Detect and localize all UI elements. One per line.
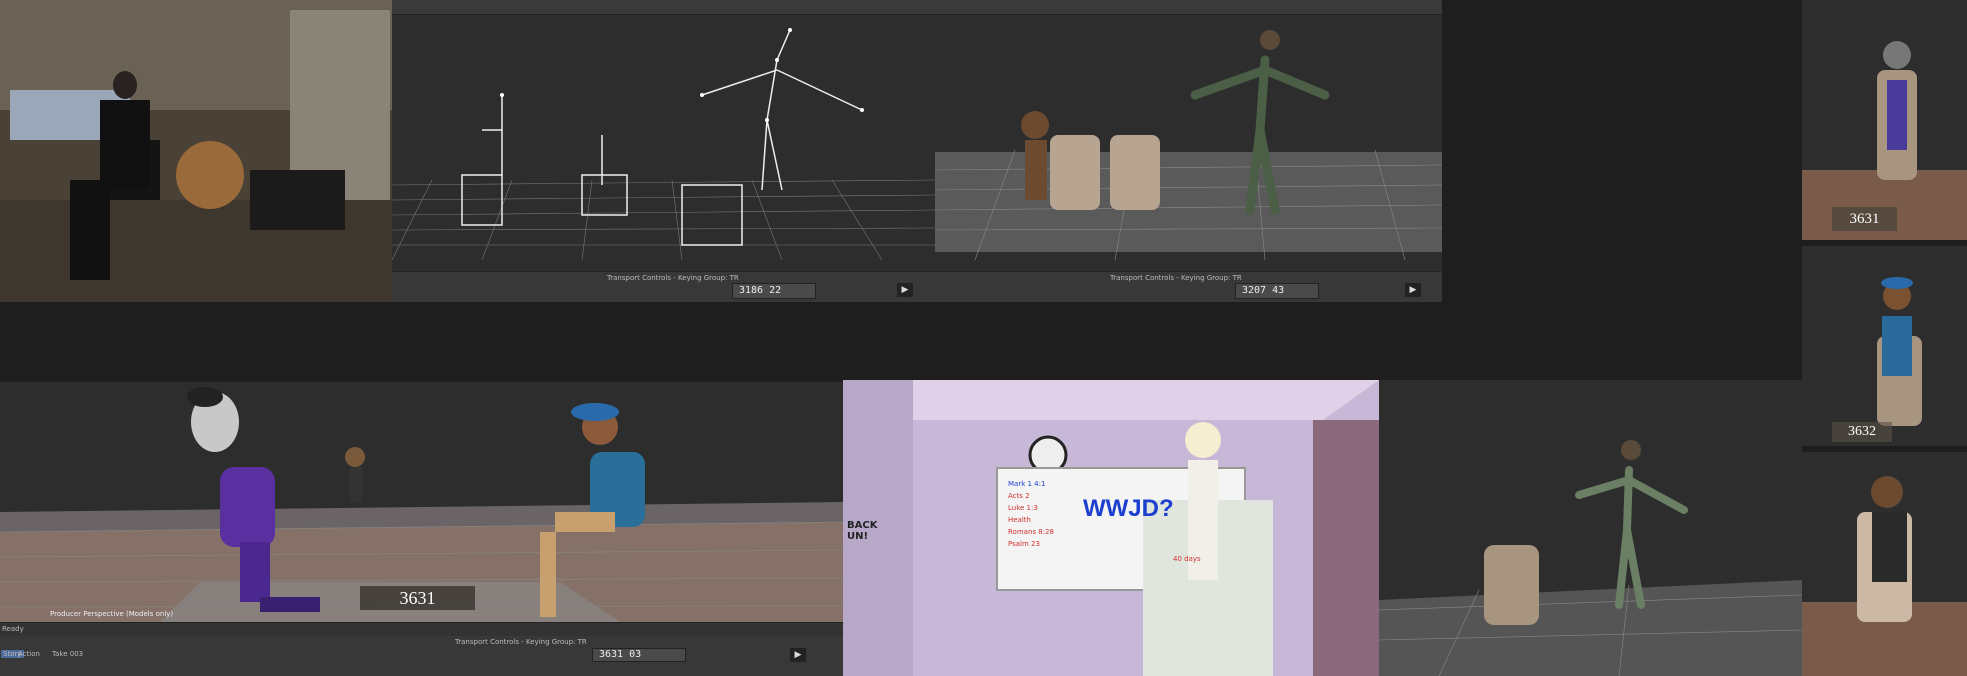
frame-number: 3631 — [599, 649, 624, 660]
chair — [1050, 135, 1100, 210]
whiteboard-note: Psalm 23 — [1008, 540, 1040, 548]
subframe-number: 43 — [1272, 285, 1285, 296]
whiteboard-headline: WWJD? — [1083, 495, 1174, 522]
thumbnail-scene-1 — [1802, 41, 1967, 240]
play-button[interactable]: ▶ — [897, 283, 913, 297]
frame-counter[interactable]: 3207 43 — [1235, 283, 1319, 299]
subframe-number: 03 — [629, 649, 642, 660]
whiteboard-note: Acts 2 — [1008, 492, 1030, 500]
play-button[interactable]: ▶ — [790, 648, 806, 662]
character-scene-2 — [1379, 440, 1802, 676]
frame-number: 3207 — [1242, 285, 1267, 296]
take-selector[interactable]: Take 003 — [52, 650, 83, 658]
camera-label: Producer Perspective (Models only) — [50, 610, 174, 618]
frame-badge: 3632 — [1832, 422, 1892, 442]
status-text: Ready — [2, 625, 24, 633]
character-thumbnail-1[interactable]: 3631 — [1802, 0, 1967, 240]
character-thumbnail-3[interactable] — [1802, 452, 1967, 676]
frame-counter[interactable]: 3186 22 — [732, 283, 816, 299]
chair — [1484, 545, 1539, 625]
transport-title: Transport Controls - Keying Group: TR — [607, 274, 739, 282]
skeleton-scene-1 — [392, 28, 935, 261]
character-viewport[interactable]: Producer Perspective (Models only) 3631 … — [0, 382, 843, 676]
frame-badge: 3631 — [360, 586, 475, 610]
poster-text: BACK UN! — [847, 520, 878, 542]
character-thumbnail-2[interactable]: 3632 — [1802, 246, 1967, 446]
whiteboard-note: Romans 8:28 — [1008, 528, 1054, 536]
reference-video-panel — [0, 0, 392, 302]
frame-badge: 3631 — [1832, 207, 1897, 231]
thumbnail-scene-3 — [1802, 476, 1967, 676]
status-bar: Ready — [0, 622, 843, 637]
skeleton-viewport-1[interactable]: Transport Controls - Keying Group: TR 31… — [392, 0, 935, 302]
frame-counter[interactable]: 3631 03 — [592, 648, 686, 662]
transport-title: Transport Controls - Keying Group: TR — [455, 638, 587, 646]
rendered-scene: WWJD? Mark 1 4:1 Acts 2 Luke 1:3 Health … — [843, 380, 1379, 676]
skeleton-scene-2 — [935, 30, 1442, 261]
skeleton-viewport-3[interactable] — [1379, 380, 1802, 676]
subframe-number: 22 — [769, 285, 782, 296]
chair — [1110, 135, 1160, 210]
whiteboard-note: Health — [1008, 516, 1031, 524]
transport-title: Transport Controls - Keying Group: TR — [1110, 274, 1242, 282]
skeleton-viewport-2[interactable]: Transport Controls - Keying Group: TR 32… — [935, 0, 1442, 302]
transport-controls: Transport Controls - Keying Group: TR 32… — [935, 271, 1442, 302]
whiteboard-side-note: 40 days — [1173, 555, 1201, 563]
frame-number: 3186 — [739, 285, 764, 296]
play-button[interactable]: ▶ — [1405, 283, 1421, 297]
reference-photo — [0, 0, 392, 302]
room-scene — [843, 380, 1379, 676]
whiteboard-note: Luke 1:3 — [1008, 504, 1038, 512]
transport-controls: Transport Controls - Keying Group: TR St… — [0, 636, 843, 676]
thumbnail-scene-2 — [1877, 277, 1922, 426]
action-tab[interactable]: Action — [18, 650, 40, 658]
transport-controls: Transport Controls - Keying Group: TR 31… — [392, 271, 935, 302]
whiteboard-note: Mark 1 4:1 — [1008, 480, 1046, 488]
character-figure — [1575, 466, 1688, 609]
